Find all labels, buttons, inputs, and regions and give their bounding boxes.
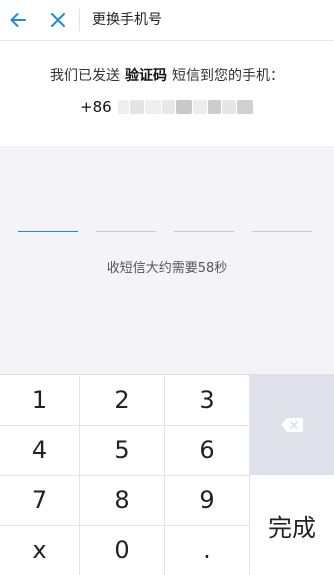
keypad-divider [0, 525, 249, 526]
phone-country-code: +86 [80, 98, 112, 116]
key-dot[interactable]: . [165, 525, 249, 575]
key-8[interactable]: 8 [80, 475, 164, 525]
sms-sent-message: 我们已发送 验证码 短信到您的手机： [0, 66, 334, 86]
keypad-divider [0, 475, 249, 476]
code-slot-4[interactable] [252, 218, 312, 232]
key-5[interactable]: 5 [80, 425, 164, 475]
arrow-left-icon[interactable] [6, 8, 30, 32]
key-0[interactable]: 0 [80, 525, 164, 575]
key-7[interactable]: 7 [0, 475, 79, 525]
done-key[interactable]: 完成 [250, 475, 334, 575]
top-bar: 更换手机号 [0, 0, 334, 41]
numeric-keypad: 1 2 3 4 5 6 7 8 9 x 0 . 完成 [0, 374, 334, 575]
code-slot-2[interactable] [96, 218, 156, 232]
sms-countdown-text: 收短信大约需要58秒 [106, 261, 228, 276]
sms-sent-text-bold: 验证码 [125, 68, 167, 84]
key-9[interactable]: 9 [165, 475, 249, 525]
masked-phone-number [117, 97, 254, 117]
backspace-icon [281, 418, 303, 432]
key-4[interactable]: 4 [0, 425, 79, 475]
header-divider [79, 9, 80, 31]
key-1[interactable]: 1 [0, 375, 79, 425]
key-3[interactable]: 3 [165, 375, 249, 425]
code-slot-3[interactable] [174, 218, 234, 232]
key-x[interactable]: x [0, 525, 79, 575]
sms-info-panel: 我们已发送 验证码 短信到您的手机： +86 [0, 41, 334, 146]
key-2[interactable]: 2 [80, 375, 164, 425]
phone-number-row: +86 [80, 96, 254, 118]
verification-code-area: 收短信大约需要58秒 [0, 146, 334, 374]
close-icon[interactable] [46, 8, 70, 32]
delete-key[interactable] [250, 375, 334, 475]
sms-sent-text-after: 短信到您的手机： [172, 68, 284, 84]
code-slot-1[interactable] [18, 218, 78, 232]
sms-sent-text-before: 我们已发送 [50, 68, 120, 84]
keypad-divider [0, 425, 249, 426]
key-6[interactable]: 6 [165, 425, 249, 475]
page-title: 更换手机号 [92, 12, 162, 28]
